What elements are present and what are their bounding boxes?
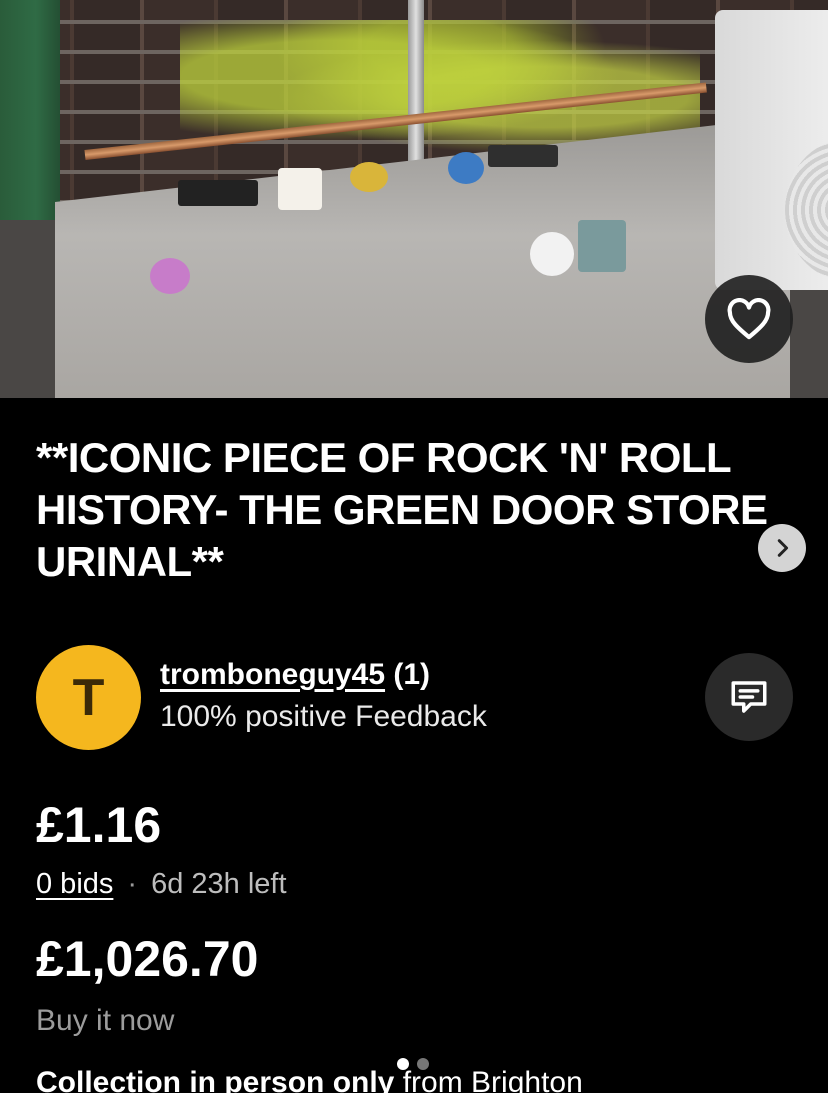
current-price: £1.16 xyxy=(36,797,162,853)
favorite-button[interactable] xyxy=(705,275,793,363)
message-seller-button[interactable] xyxy=(705,653,793,741)
collection-info: Collection in person only from Brighton xyxy=(36,1066,583,1093)
sticker xyxy=(578,220,626,272)
sticker xyxy=(530,232,574,276)
separator: · xyxy=(127,868,138,900)
heart-icon xyxy=(727,298,771,340)
carousel-dot-active[interactable] xyxy=(397,1058,409,1070)
chevron-right-icon xyxy=(777,539,789,557)
collection-method: Collection in person only xyxy=(36,1066,395,1093)
message-icon xyxy=(731,681,767,713)
listing-title: **ICONIC PIECE OF ROCK 'N' ROLL HISTORY-… xyxy=(36,434,768,585)
sticker xyxy=(350,162,388,192)
sticker xyxy=(488,145,558,167)
sticker xyxy=(448,152,484,184)
sticker xyxy=(178,180,258,206)
seller-avatar[interactable]: T xyxy=(36,645,141,750)
listing-photo[interactable] xyxy=(0,0,828,398)
pipe xyxy=(408,0,424,180)
carousel-dot[interactable] xyxy=(417,1058,429,1070)
carousel-indicator xyxy=(397,1058,429,1070)
seller-username-link[interactable]: tromboneguy45 xyxy=(160,658,385,691)
seller-feedback: 100% positive Feedback xyxy=(160,700,487,733)
time-left: 6d 23h left xyxy=(151,868,287,900)
sticker xyxy=(150,258,190,294)
sticker xyxy=(278,168,322,210)
collection-location: from Brighton xyxy=(394,1066,583,1093)
next-button[interactable] xyxy=(758,524,806,572)
seller-info: tromboneguy45 (1) xyxy=(160,658,430,692)
buy-it-now-price: £1,026.70 xyxy=(36,931,259,987)
bids-row: 0 bids · 6d 23h left xyxy=(36,868,287,901)
green-door xyxy=(0,0,60,230)
bids-link[interactable]: 0 bids xyxy=(36,868,113,901)
seller-rating-count: (1) xyxy=(393,658,431,691)
buy-it-now-label: Buy it now xyxy=(36,1004,175,1037)
